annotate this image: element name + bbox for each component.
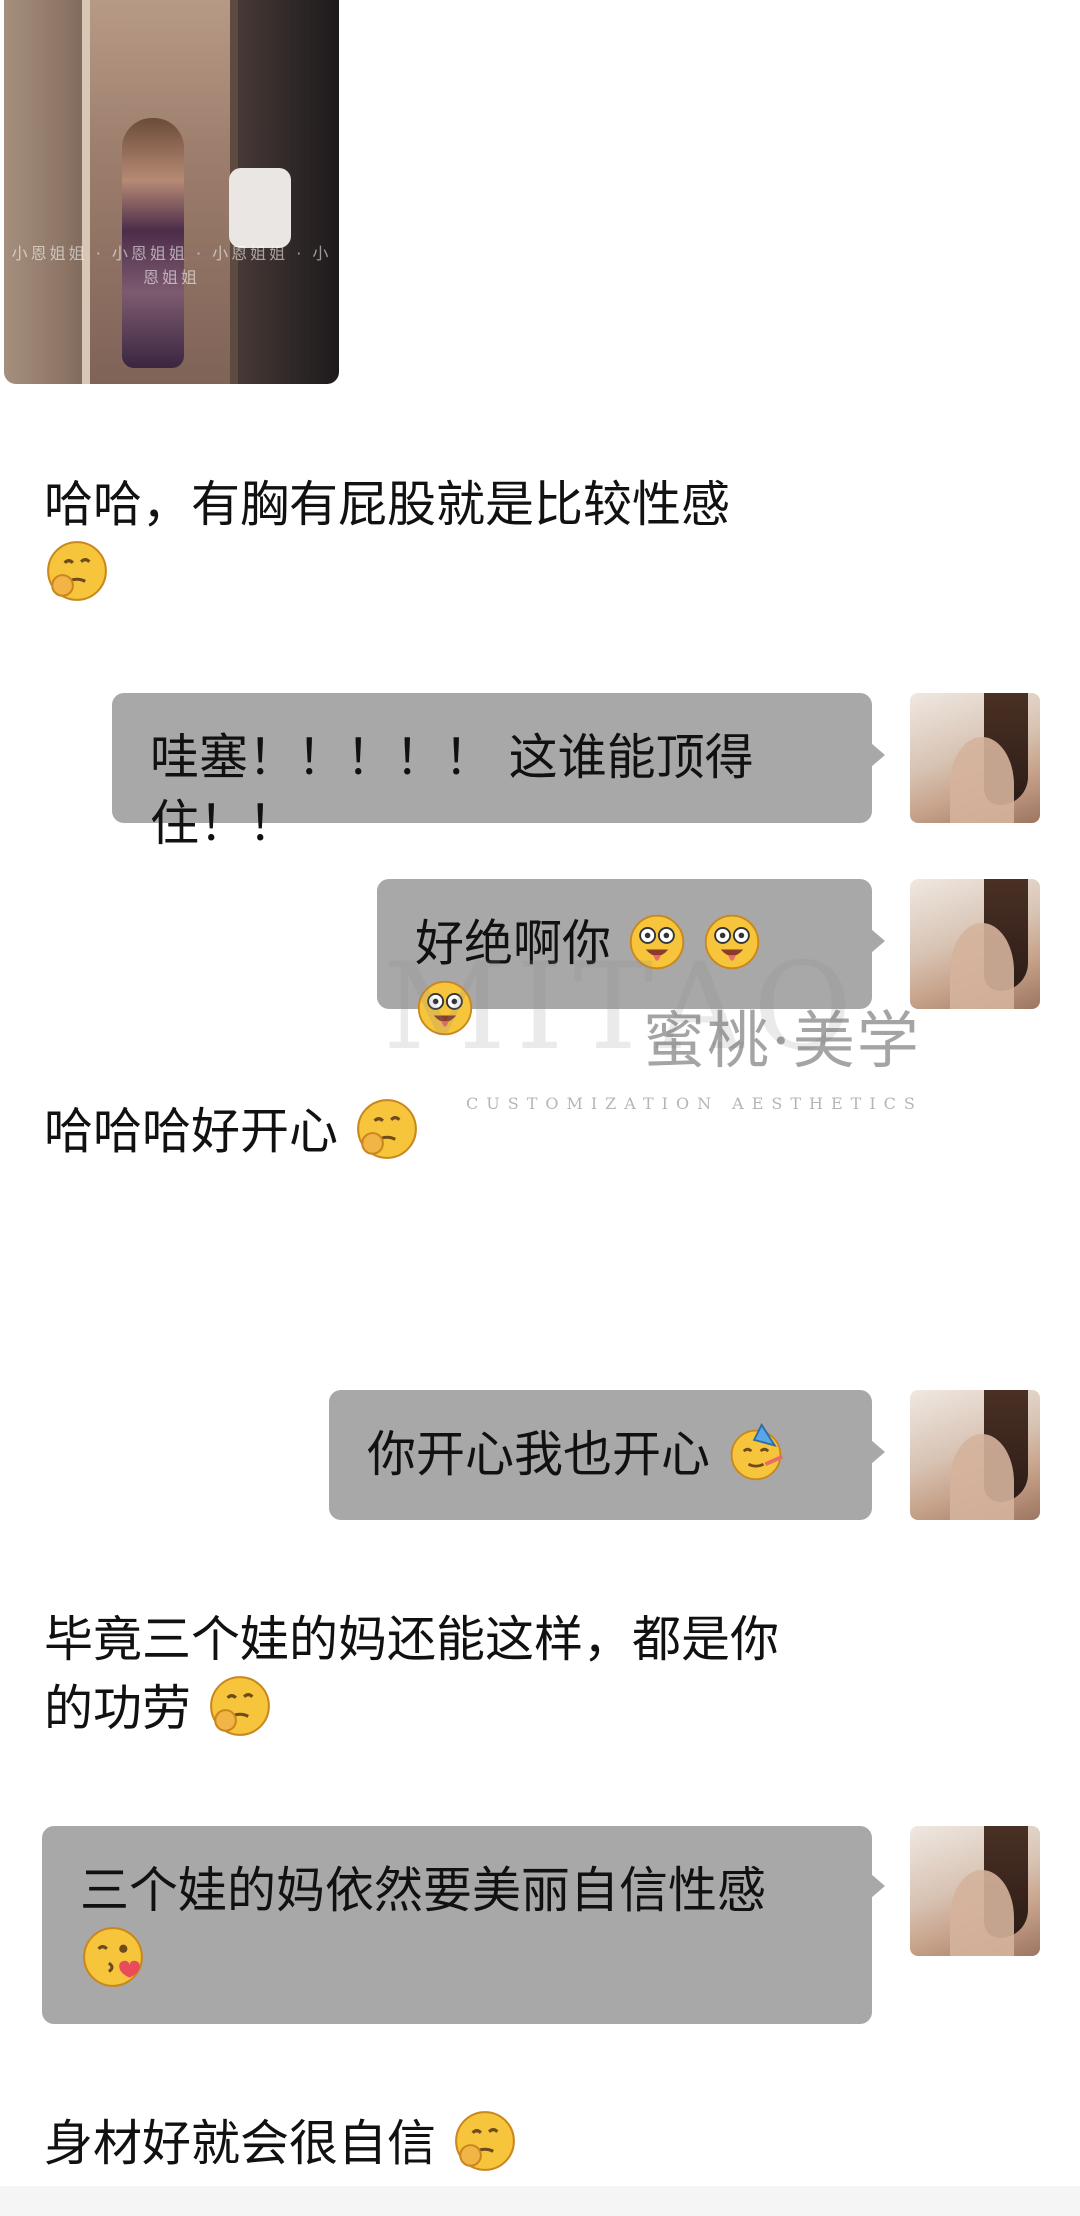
photo-watermark: 小恩姐姐 · 小恩姐姐 · 小恩姐姐 · 小恩姐姐 [11, 244, 332, 287]
avatar[interactable] [910, 1390, 1040, 1520]
partying-face-icon [730, 1423, 783, 1481]
incoming-message-1: 哈哈，有胸有屁股就是比较性感 [44, 472, 730, 607]
avatar-body [950, 1870, 1014, 1956]
incoming-message-4: 身材好就会很自信 [44, 2108, 518, 2177]
outgoing-message-4: 三个娃的妈依然要美丽自信性感 [42, 1826, 885, 2024]
watermark-subtitle: CUSTOMIZATION AESTHETICS [466, 1094, 923, 1113]
message-text: 你开心我也开心 [367, 1426, 711, 1483]
incoming-message-2: 哈哈哈好开心 [44, 1096, 420, 1165]
watermark-brand: 蜜桃·美学 [643, 1004, 921, 1077]
avatar[interactable] [910, 693, 1040, 823]
avatar[interactable] [910, 1826, 1040, 1956]
message-text: 的功劳 [44, 1680, 192, 1737]
avatar-body [950, 737, 1014, 823]
message-text: 三个娃的妈依然要美丽自信性感 [80, 1862, 767, 1919]
avatar-body [950, 1434, 1014, 1520]
chat-screen: 小恩姐姐 · 小恩姐姐 · 小恩姐姐 · 小恩姐姐 哈哈，有胸有屁股就是比较性感… [0, 0, 1080, 2216]
message-text: 毕竟三个娃的妈还能这样，都是你 [44, 1611, 780, 1668]
avatar[interactable] [910, 879, 1040, 1009]
thinking-face-icon [209, 1676, 270, 1736]
outgoing-message-3: 你开心我也开心 [329, 1390, 885, 1520]
avatar-body [950, 923, 1014, 1009]
thinking-face-icon [356, 1099, 417, 1159]
incoming-message-3: 毕竟三个娃的妈还能这样，都是你 的功劳 [44, 1607, 779, 1742]
thinking-face-icon [47, 541, 107, 601]
face-blowing-kiss-icon [83, 1927, 143, 1987]
message-text: 哈哈哈好开心 [44, 1103, 339, 1160]
message-text: 哇塞！！！！！ 这谁能顶得住！！ [150, 729, 754, 852]
message-text: 身材好就会很自信 [44, 2115, 437, 2172]
photo-message[interactable]: 小恩姐姐 · 小恩姐姐 · 小恩姐姐 · 小恩姐姐 [4, 0, 339, 384]
photo-chair [229, 168, 291, 248]
outgoing-message-1: 哇塞！！！！！ 这谁能顶得住！！ [112, 693, 885, 852]
message-text: 哈哈，有胸有屁股就是比较性感 [44, 476, 731, 533]
thinking-face-icon [454, 2111, 515, 2171]
bottom-input-area [0, 2186, 1080, 2216]
